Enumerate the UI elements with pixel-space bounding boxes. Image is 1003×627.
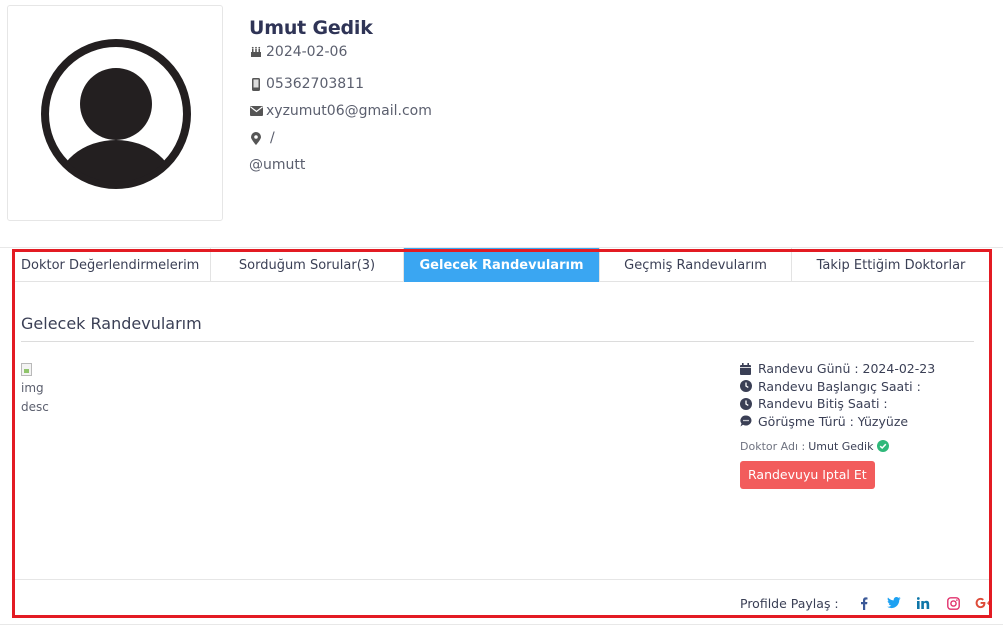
location-text: / [270,130,275,146]
phone-text: 05362703811 [266,76,364,92]
profile-info: Umut Gedik 2024-02-06 05362703811 xyzumu… [249,14,432,175]
profile-avatar [7,5,223,221]
profile-name: Umut Gedik [249,17,373,39]
username-row: @umutt [249,155,432,175]
birthday-cake-icon [249,45,263,59]
user-avatar-icon [41,39,191,189]
phone-row: 05362703811 [249,74,432,94]
page-bottom-divider [0,624,1003,625]
location-row: / [249,128,432,148]
envelope-icon [249,104,263,118]
birthdate-text: 2024-02-06 [266,44,348,60]
birthdate-row: 2024-02-06 [249,42,432,62]
username-text: @umutt [249,157,306,173]
email-text: xyzumut06@gmail.com [266,103,432,119]
mobile-phone-icon [249,77,263,91]
map-marker-icon [249,131,263,145]
email-row: xyzumut06@gmail.com [249,101,432,121]
highlight-frame [12,249,992,618]
